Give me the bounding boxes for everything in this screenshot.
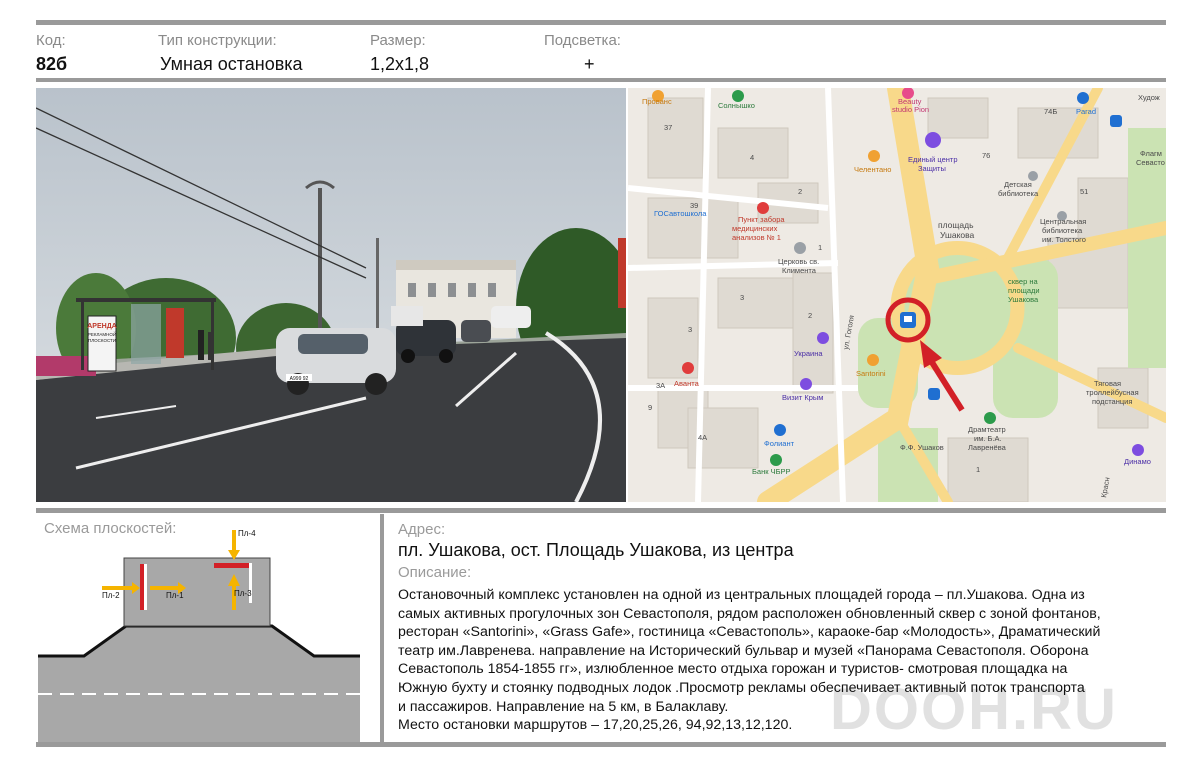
map-label: 1 (976, 465, 980, 474)
map-label: Челентано (854, 165, 891, 174)
map-label: Parad (1076, 107, 1096, 116)
map-label: 51 (1080, 187, 1088, 196)
map-label: Худож (1138, 93, 1160, 102)
description-line: ресторан «Santorini», «Grass Gafe», гост… (398, 624, 1101, 641)
map-label: Единый центр (908, 155, 958, 164)
map-label: сквер на (1008, 277, 1038, 286)
plane-label-1: Пл-1 (166, 591, 184, 600)
code-value: 82б (36, 54, 68, 74)
light-value: + (584, 54, 595, 74)
map-label: 74Б (1044, 107, 1057, 116)
header-separator (36, 78, 1166, 82)
map-label: библиотека (1042, 226, 1083, 235)
map-label: Аванта (674, 379, 700, 388)
address-label: Адрес: (398, 521, 446, 538)
map-label: 3 (688, 325, 692, 334)
map-label: им. Толстого (1042, 235, 1086, 244)
map-label: Церковь св. (778, 257, 819, 266)
map-label: Защиты (918, 164, 946, 173)
location-photo: АРЕНДА РЕКЛАМНОЙ ПЛОСКОСТИ А999 92 (36, 88, 626, 502)
map-label: площади (1008, 286, 1040, 295)
map-label: 76 (982, 151, 990, 160)
map-label: Динамо (1124, 457, 1151, 466)
map-label: 9 (648, 403, 652, 412)
map-label: Тяговая (1094, 379, 1121, 388)
column-separator (380, 514, 384, 742)
map-label: Фолиант (764, 439, 795, 448)
description-line: Место остановки маршрутов – 17,20,25,26,… (398, 717, 793, 734)
map-label: медицинских (732, 224, 778, 233)
size-value: 1,2х1,8 (370, 54, 430, 74)
size-label: Размер: (370, 32, 426, 49)
map-label: ГОСавтошкола (654, 209, 707, 218)
map-label: Прованс (642, 97, 672, 106)
code-label: Код: (36, 32, 66, 49)
map-label: Santorini (856, 369, 886, 378)
map-label: Климента (782, 266, 817, 275)
description-label: Описание: (398, 564, 472, 581)
map-label: Севасто (1136, 158, 1165, 167)
map-label: studio Pion (892, 105, 929, 114)
address-value: пл. Ушакова, ост. Площадь Ушакова, из це… (398, 540, 794, 560)
map-label: 4А (698, 433, 707, 442)
description-line: и пассажиров. Направление на 5 км, в Бал… (398, 698, 729, 715)
license-plate: А999 92 (290, 376, 309, 382)
description-text: Остановочный комплекс установлен на одно… (398, 586, 1168, 735)
map-label: 2 (798, 187, 802, 196)
map-label: площадь (938, 220, 974, 230)
map-label: Красн (1099, 476, 1111, 498)
description-line: Остановочный комплекс установлен на одно… (398, 587, 1085, 603)
type-value: Умная остановка (160, 54, 303, 74)
map-label: 3 (740, 293, 744, 302)
map-label: Лавренёва (968, 443, 1007, 452)
map-label: ул. Гоголя (841, 314, 856, 350)
map-label: 2 (808, 311, 812, 320)
map-label: Ушакова (940, 230, 975, 240)
map-label: Флагм (1140, 149, 1162, 158)
description-line: Севастополь 1854-1855 гг», излюбленное м… (398, 661, 1068, 678)
map-label: Солнышко (718, 101, 755, 110)
map-label: 37 (664, 123, 672, 132)
map-label: библиотека (998, 189, 1039, 198)
map-label: Детская (1004, 180, 1032, 189)
billboard-line-1: АРЕНДА (87, 323, 117, 330)
plane-label-2: Пл-2 (102, 591, 120, 600)
top-separator (36, 20, 1166, 25)
map-label: Центральная (1040, 217, 1086, 226)
map-label: подстанция (1092, 397, 1132, 406)
description-line: Южную бухту и стоянку подводных лодок .П… (398, 679, 1085, 696)
map-label: 4 (750, 153, 754, 162)
map-label: Ф.Ф. Ушаков (900, 443, 944, 452)
map-label: Ушакова (1008, 295, 1039, 304)
billboard-line-2: РЕКЛАМНОЙ (88, 330, 116, 337)
map-label: 1 (818, 243, 822, 252)
map-label: Визит Крым (782, 393, 823, 402)
map-label: троллейбусная (1086, 388, 1139, 397)
map-label: анализов № 1 (732, 233, 781, 242)
location-map[interactable]: Прованс Солнышко Beauty studio Pion 74Б … (628, 88, 1166, 502)
map-label: 3А (656, 381, 665, 390)
light-label: Подсветка: (544, 32, 621, 49)
billboard-line-3: ПЛОСКОСТИ (88, 338, 116, 343)
description-line: театр им.Лавренева. направление на Истор… (398, 642, 1089, 659)
planes-scheme: Пл-4 Пл-1 Пл-2 Пл-3 (38, 516, 368, 742)
bottom-separator (36, 742, 1166, 747)
map-label: Драмтеатр (968, 425, 1006, 434)
middle-separator (36, 508, 1166, 513)
map-label: Пункт забора (738, 215, 785, 224)
map-label: Банк ЧБРР (752, 467, 791, 476)
map-label: им. Б.А. (974, 434, 1002, 443)
description-line: самых активных прогулочных зон Севастопо… (398, 605, 1101, 622)
map-label: Украина (794, 349, 823, 358)
plane-label-3: Пл-3 (234, 589, 252, 598)
plane-label-4: Пл-4 (238, 529, 256, 538)
type-label: Тип конструкции: (158, 32, 277, 49)
